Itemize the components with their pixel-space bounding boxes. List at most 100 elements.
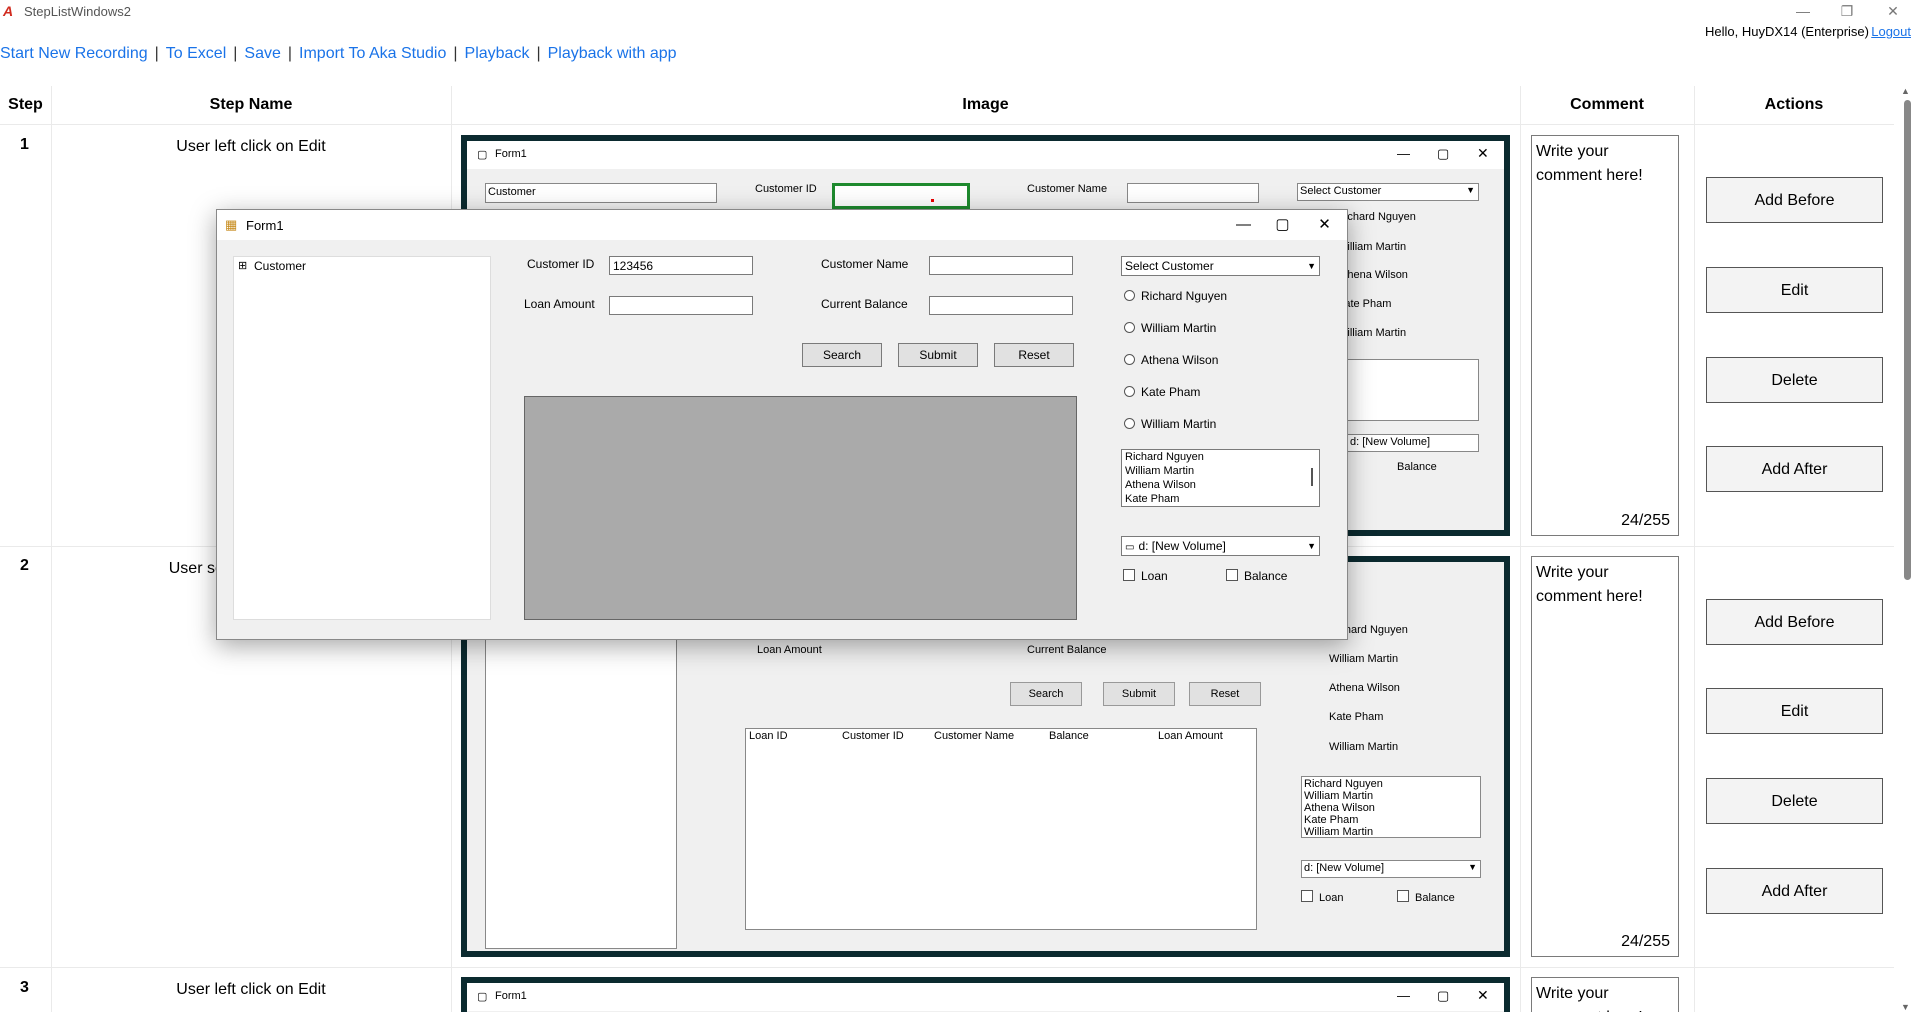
logout-link[interactable]: Logout	[1871, 24, 1911, 39]
current-balance-input[interactable]	[929, 296, 1073, 315]
thumb-radio: William Martin	[1329, 741, 1399, 753]
thumb-customer-name-input	[1127, 183, 1259, 203]
list-item[interactable]: Kate Pham	[1125, 492, 1319, 506]
edit-button[interactable]: Edit	[1706, 688, 1883, 734]
thumb-search-button: Search	[1010, 682, 1082, 706]
to-excel-link[interactable]: To Excel	[166, 45, 226, 62]
customer-id-label: Customer ID	[527, 257, 595, 271]
comment-textarea[interactable]: Write your comment here! 24/255	[1531, 556, 1679, 957]
thumb-drive-value: d: [New Volume]	[1304, 862, 1385, 874]
scroll-down-icon[interactable]: ▼	[1901, 1002, 1910, 1012]
thumb-drive-value: d: [New Volume]	[1350, 436, 1431, 448]
select-customer-dropdown[interactable]: Select Customer ▼	[1121, 256, 1320, 276]
thumb-drive-select: d: [New Volume] ▼	[1301, 860, 1481, 878]
thumb-balance-check: Balance	[1397, 890, 1455, 904]
maximize-icon: ▢	[1437, 146, 1450, 161]
user-greeting: Hello, HuyDX14 (Enterprise)	[1704, 24, 1869, 39]
form1-window[interactable]: ▦ Form1 — ▢ ✕ ⊞ Customer Customer ID 123…	[216, 209, 1348, 640]
step-screenshot[interactable]: ▢ Form1 — ▢ ✕	[461, 977, 1510, 1012]
reset-button[interactable]: Reset	[994, 343, 1074, 367]
minimize-icon[interactable]: —	[1781, 0, 1825, 24]
app-logo-icon: A	[3, 3, 14, 19]
scroll-up-icon[interactable]: ▲	[1901, 86, 1910, 96]
minimize-icon: —	[1397, 988, 1410, 1003]
radio-kate-pham[interactable]: Kate Pham	[1124, 385, 1200, 399]
toolbar: Start New Recording | To Excel | Save | Import…	[0, 45, 677, 63]
chevron-down-icon[interactable]: ▼	[1307, 537, 1316, 555]
column-divider	[51, 86, 52, 1012]
radio-william-martin[interactable]: William Martin	[1124, 321, 1216, 335]
comment-placeholder: Write your comment here!	[1536, 564, 1643, 605]
thumb-list-item: William Martin	[1304, 790, 1374, 802]
chevron-down-icon: ▼	[1466, 185, 1475, 195]
balance-checkbox[interactable]: Balance	[1226, 569, 1287, 583]
listbox-scroll-thumb[interactable]	[1311, 468, 1313, 486]
customer-listbox[interactable]: Richard Nguyen William Martin Athena Wil…	[1121, 449, 1320, 507]
maximize-icon[interactable]: ❐	[1825, 0, 1869, 24]
list-item[interactable]: Richard Nguyen	[1125, 450, 1319, 464]
thumb-listbox: Richard Nguyen William Martin Athena Wil…	[1301, 776, 1481, 838]
step-number: 1	[20, 136, 29, 153]
separator: |	[154, 45, 159, 62]
add-after-button[interactable]: Add After	[1706, 868, 1883, 914]
comment-placeholder: Write your comment here!	[1536, 985, 1643, 1012]
add-before-button[interactable]: Add Before	[1706, 599, 1883, 645]
close-icon[interactable]: ✕	[1302, 210, 1347, 240]
delete-button[interactable]: Delete	[1706, 357, 1883, 403]
comment-textarea[interactable]: Write your comment here! 24/255	[1531, 135, 1679, 536]
thumb-form-title: Form1	[495, 148, 527, 160]
playback-link[interactable]: Playback	[465, 45, 530, 62]
radio-label: William Martin	[1141, 417, 1217, 431]
list-item[interactable]: William Martin	[1125, 464, 1319, 478]
start-new-recording-link[interactable]: Start New Recording	[0, 45, 148, 62]
comment-textarea[interactable]: Write your comment here!	[1531, 977, 1679, 1012]
click-marker	[931, 199, 934, 202]
thumb-titlebar: ▢ Form1 — ▢ ✕	[467, 141, 1504, 169]
customer-id-input[interactable]: 123456	[609, 256, 753, 275]
thumb-list-item: Richard Nguyen	[1304, 778, 1383, 790]
list-item[interactable]: Athena Wilson	[1125, 478, 1319, 492]
loan-amount-input[interactable]	[609, 296, 753, 315]
thumb-list-item: Kate Pham	[1304, 814, 1359, 826]
separator: |	[233, 45, 238, 62]
column-divider	[1520, 86, 1521, 1012]
step-name: User left click on Edit	[176, 981, 326, 998]
save-link[interactable]: Save	[244, 45, 280, 62]
import-to-aka-studio-link[interactable]: Import To Aka Studio	[299, 45, 446, 62]
thumb-current-balance-label: Current Balance	[1027, 644, 1107, 656]
separator: |	[453, 45, 458, 62]
radio-label: Athena Wilson	[1141, 353, 1219, 367]
thumb-list-item: Athena Wilson	[1304, 802, 1375, 814]
radio-label: Richard Nguyen	[1141, 289, 1228, 303]
radio-william-martin-2[interactable]: William Martin	[1124, 417, 1216, 431]
add-before-button[interactable]: Add Before	[1706, 177, 1883, 223]
tree-expand-icon[interactable]: ⊞	[238, 259, 247, 272]
submit-button[interactable]: Submit	[898, 343, 978, 367]
tree-node-customer[interactable]: Customer	[254, 259, 306, 273]
radio-richard-nguyen[interactable]: Richard Nguyen	[1124, 289, 1227, 303]
row-divider	[0, 967, 1894, 968]
delete-button[interactable]: Delete	[1706, 778, 1883, 824]
customer-treeview[interactable]: ⊞ Customer	[233, 256, 491, 620]
vertical-scrollbar[interactable]: ▲ ▼	[1899, 86, 1913, 1012]
separator: |	[287, 45, 293, 62]
thumb-list: Richard Nguyen William Martin Athena Wil…	[1304, 778, 1383, 838]
search-button[interactable]: Search	[802, 343, 882, 367]
radio-athena-wilson[interactable]: Athena Wilson	[1124, 353, 1218, 367]
customer-name-input[interactable]	[929, 256, 1073, 275]
loan-checkbox[interactable]: Loan	[1123, 569, 1168, 583]
chevron-down-icon[interactable]: ▼	[1307, 257, 1316, 275]
header-step-name: Step Name	[51, 86, 451, 124]
form1-titlebar[interactable]: ▦ Form1 — ▢ ✕	[217, 210, 1347, 240]
scrollbar-thumb[interactable]	[1904, 100, 1911, 580]
thumb-loan-label: Loan	[1319, 892, 1344, 904]
add-after-button[interactable]: Add After	[1706, 446, 1883, 492]
edit-button[interactable]: Edit	[1706, 267, 1883, 313]
close-icon[interactable]: ✕	[1871, 0, 1915, 24]
thumb-radio: Richard Nguyen	[1337, 211, 1416, 223]
maximize-icon: ▢	[1437, 988, 1450, 1003]
maximize-icon[interactable]: ▢	[1260, 210, 1305, 240]
drive-dropdown[interactable]: ▭ d: [New Volume] ▼	[1121, 536, 1320, 556]
playback-with-app-link[interactable]: Playback with app	[548, 45, 677, 62]
close-icon: ✕	[1477, 145, 1489, 161]
